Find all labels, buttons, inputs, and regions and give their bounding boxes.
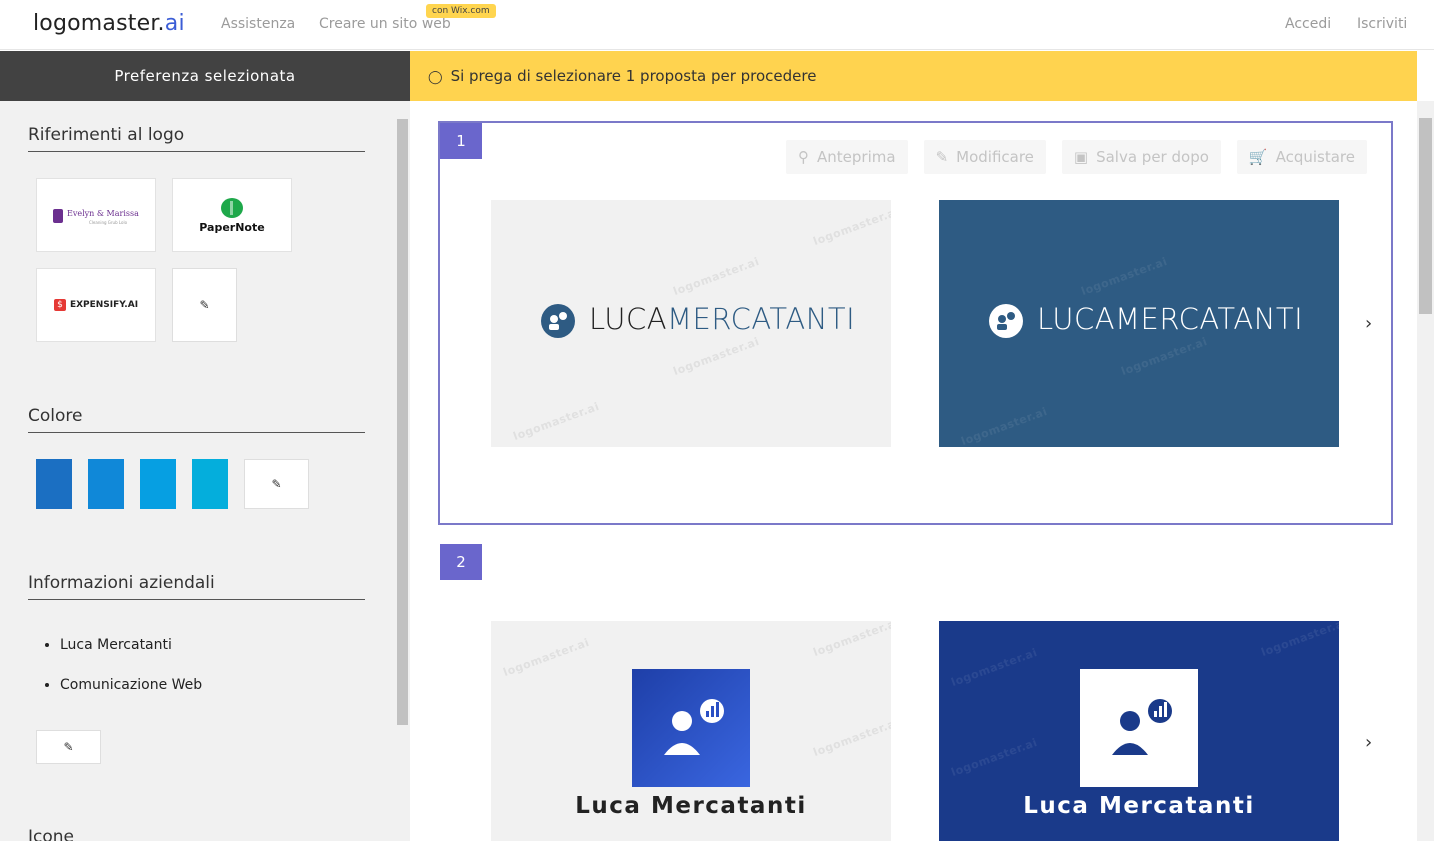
elephant-icon: [221, 197, 243, 218]
logo-preview-dark[interactable]: logomaster.ai logomaster.ai logomaster.a…: [939, 621, 1339, 841]
expensify-label: EXPENSIFY.AI: [69, 300, 139, 310]
floppy-icon: ▣: [1073, 148, 1089, 166]
login-link[interactable]: Accedi: [1285, 16, 1331, 32]
person-chat-icon: [541, 304, 575, 338]
logo-wordmark: Luca Mercatanti: [1023, 793, 1255, 819]
signup-link[interactable]: Iscriviti: [1357, 16, 1407, 32]
edit-colors-button[interactable]: ✎: [244, 459, 309, 509]
nav-assistenza[interactable]: Assistenza: [221, 16, 295, 32]
logo-icon-box: [632, 669, 750, 787]
references-title: Riferimenti al logo: [28, 125, 365, 152]
watermark: logomaster.ai: [501, 635, 592, 680]
page-scrollbar-thumb[interactable]: [1419, 118, 1432, 314]
businessman-chart-icon: [1112, 699, 1172, 755]
evelyn-logo-icon: Evelyn & Marissa Cleaning Grub Lolo: [53, 209, 139, 225]
edit-icon: ✎: [271, 477, 282, 491]
dollar-icon: $: [53, 299, 66, 311]
logo-wordmark: Luca Mercatanti: [575, 793, 807, 819]
proposals-area: 1 ⚲ Anteprima ✎ Modificare ▣ Salva per dopo…: [410, 101, 1417, 841]
company-info-list: Luca Mercatanti Comunicazione Web: [60, 637, 202, 717]
svg-text:Evelyn & Marissa: Evelyn & Marissa: [67, 209, 139, 218]
pencil-icon: ✎: [935, 148, 949, 166]
search-icon: ⚲: [798, 148, 810, 166]
edit-icon: ✎: [63, 740, 74, 754]
watermark: logomaster.ai: [811, 204, 891, 249]
color-swatch-4[interactable]: [192, 459, 228, 509]
watermark: logomaster.ai: [811, 715, 891, 760]
watermark: logomaster.ai: [959, 404, 1050, 447]
brand-logo[interactable]: logomaster.ai: [33, 11, 185, 36]
watermark: logomaster.ai: [1259, 621, 1339, 660]
edit-company-button[interactable]: ✎: [36, 730, 101, 764]
selection-alert: ◯ Si prega di selezionare 1 proposta per …: [410, 51, 1417, 101]
wix-badge: con Wix.com: [426, 4, 496, 18]
logo-icon-box: [1080, 669, 1198, 787]
sidebar-title: Preferenza selezionata: [0, 51, 410, 101]
buy-button[interactable]: 🛒 Acquistare: [1236, 140, 1367, 174]
proposal-card[interactable]: 1 ⚲ Anteprima ✎ Modificare ▣ Salva per dopo…: [438, 121, 1393, 525]
nav-creare-sito[interactable]: Creare un sito web: [319, 16, 451, 32]
edit-references-button[interactable]: ✎: [172, 268, 237, 342]
reference-logo-expensify[interactable]: $ EXPENSIFY.AI: [36, 268, 156, 342]
color-swatch-2[interactable]: [88, 459, 124, 509]
chevron-right-icon[interactable]: ›: [1365, 313, 1372, 334]
cart-icon: 🛒: [1248, 148, 1268, 166]
logo-preview-light[interactable]: logomaster.ai logomaster.ai logomaster.a…: [491, 621, 891, 841]
papernote-label: PaperNote: [199, 220, 265, 234]
watermark: logomaster.ai: [949, 645, 1040, 690]
top-navbar: logomaster.ai Assistenza Creare un sito …: [0, 0, 1434, 50]
watermark: logomaster.ai: [811, 621, 891, 660]
color-swatch-1[interactable]: [36, 459, 72, 509]
watermark: logomaster.ai: [949, 735, 1040, 780]
proposal-number: 2: [440, 544, 482, 580]
sidebar: Riferimenti al logo Evelyn & Marissa Cle…: [0, 101, 410, 841]
edit-button[interactable]: ✎ Modificare: [923, 140, 1046, 174]
proposal-card[interactable]: 2 logomaster.ai logomaster.ai logomaster…: [438, 544, 1393, 841]
businessman-chart-icon: [664, 699, 724, 755]
person-chat-icon: [989, 304, 1023, 338]
alert-text: Si prega di selezionare 1 proposta per p…: [450, 67, 817, 85]
save-later-button[interactable]: ▣ Salva per dopo: [1061, 140, 1221, 174]
list-item: Comunicazione Web: [60, 677, 202, 693]
svg-text:Cleaning Grub Lolo: Cleaning Grub Lolo: [89, 220, 128, 225]
watermark: logomaster.ai: [1119, 334, 1210, 379]
proposal-actions: ⚲ Anteprima ✎ Modificare ▣ Salva per dopo 🛒…: [786, 140, 1367, 174]
preview-button[interactable]: ⚲ Anteprima: [786, 140, 908, 174]
logo-preview-light[interactable]: logomaster.ai logomaster.ai logomaster.a…: [491, 200, 891, 447]
lightbulb-icon: ◯: [428, 70, 443, 85]
watermark: logomaster.ai: [671, 334, 762, 379]
list-item: Luca Mercatanti: [60, 637, 202, 653]
watermark: logomaster.ai: [1079, 254, 1170, 299]
reference-logo-papernote[interactable]: PaperNote: [172, 178, 292, 252]
logo-wordmark: LUCAMERCATANTI: [1037, 302, 1304, 336]
edit-icon: ✎: [199, 298, 210, 312]
watermark: logomaster.ai: [511, 399, 602, 444]
color-swatch-3[interactable]: [140, 459, 176, 509]
icons-title: Icone: [28, 827, 74, 841]
colors-title: Colore: [28, 406, 365, 433]
chevron-right-icon[interactable]: ›: [1365, 732, 1372, 753]
logo-wordmark: LUCAMERCATANTI: [589, 302, 856, 336]
sidebar-scrollbar-thumb[interactable]: [397, 119, 408, 725]
company-info-title: Informazioni aziendali: [28, 573, 365, 600]
watermark: logomaster.ai: [671, 254, 762, 299]
proposal-number: 1: [440, 123, 482, 159]
reference-logo-evelyn[interactable]: Evelyn & Marissa Cleaning Grub Lolo: [36, 178, 156, 252]
logo-preview-dark[interactable]: logomaster.ai logomaster.ai logomaster.a…: [939, 200, 1339, 447]
